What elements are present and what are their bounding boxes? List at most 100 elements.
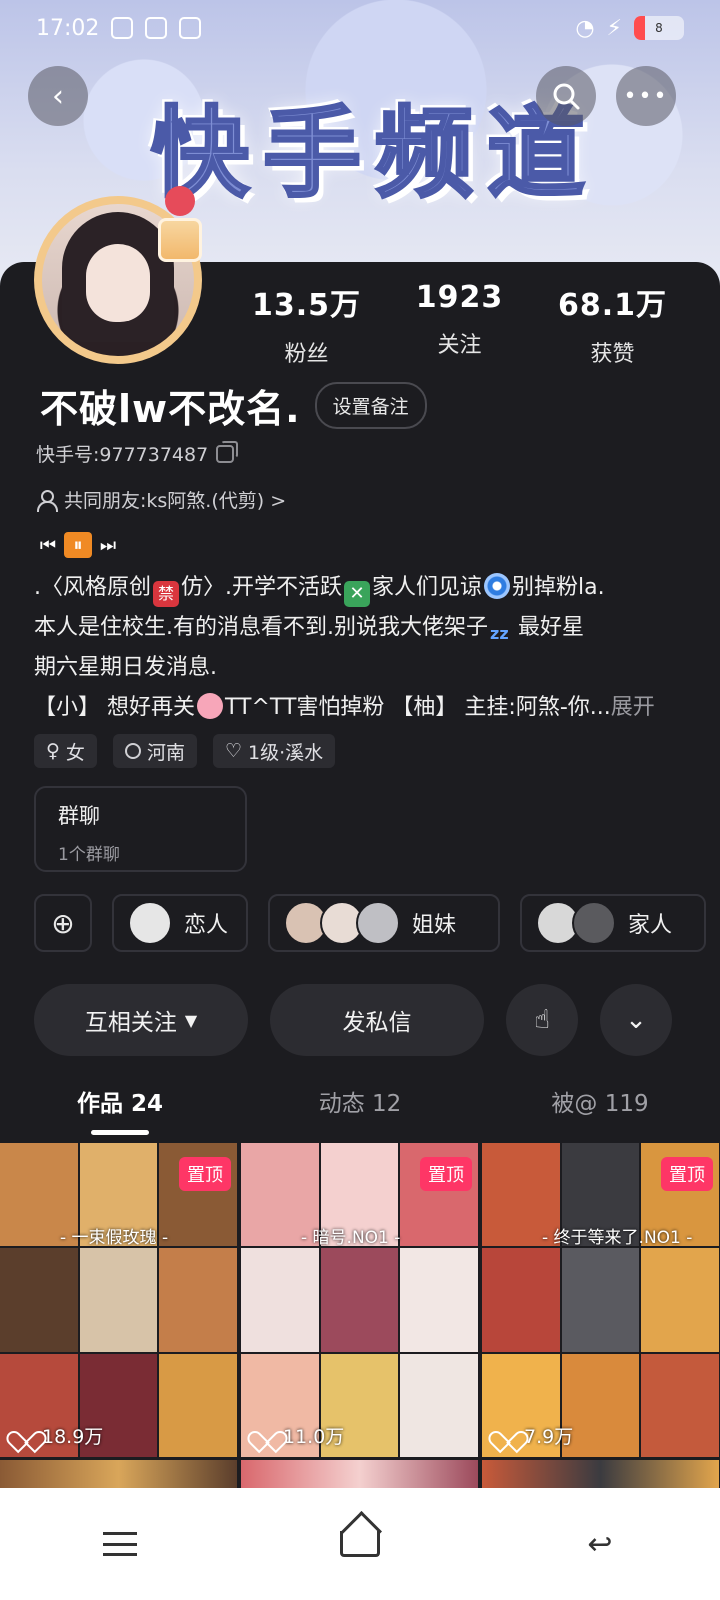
back-nav-button[interactable]: ↩ (570, 1522, 630, 1566)
avatar-cake-decoration (152, 186, 208, 296)
status-bar: 17:02 ◔ ⚡ 8 (0, 0, 720, 56)
follow-status-button[interactable]: 互相关注 ▼ (34, 984, 248, 1056)
group-chat-card[interactable]: 群聊 1个群聊 (34, 786, 247, 872)
relation-sisters[interactable]: 姐妹 (268, 894, 500, 952)
chevron-down-icon: ⌄ (625, 1005, 647, 1035)
mutual-friends-text: 共同朋友:ks阿煞.(代剪) > (64, 490, 287, 512)
thumbnail-cell (641, 1248, 719, 1352)
work-likes: 11.0万 (255, 1422, 344, 1449)
location-icon (124, 743, 141, 759)
name-row: 不破lw不改名. 设置备注 (40, 378, 427, 433)
thumbnail-cell (400, 1353, 478, 1457)
female-icon: ♀ (46, 740, 60, 762)
pinned-badge: 置顶 (661, 1157, 713, 1191)
work-tile[interactable]: 置顶 - 一束假玫瑰 - 18.9万 (0, 1143, 237, 1457)
home-button[interactable] (330, 1522, 390, 1566)
profile-actions: 互相关注 ▼ 发私信 ☝ ⌄ (34, 984, 672, 1056)
ban-emoji-icon: 禁 (153, 581, 179, 607)
relation-family[interactable]: 家人 (520, 894, 706, 952)
work-tile-partial[interactable] (482, 1460, 719, 1488)
expand-bio-link[interactable]: 展开 (611, 695, 655, 720)
next-icon[interactable]: ⏭ (94, 532, 122, 558)
search-icon (553, 83, 580, 110)
app-icon (145, 17, 168, 39)
battery-icon: 8 (634, 16, 684, 40)
work-tile[interactable]: 置顶 - 终于等来了.NO1 - 7.9万 (482, 1143, 719, 1457)
stat-likes[interactable]: 68.1万 获赞 (536, 280, 689, 368)
mutual-friends-row[interactable]: 共同朋友:ks阿煞.(代剪) > (36, 486, 286, 513)
add-friend-button[interactable]: ⊕ (34, 894, 92, 952)
active-tab-indicator (91, 1130, 149, 1135)
tag-level[interactable]: ♡ 1级·溪水 (212, 734, 336, 768)
work-tile-partial[interactable] (0, 1460, 237, 1488)
work-tile-partial[interactable] (241, 1460, 478, 1488)
work-caption: - 一束假玫瑰 - (60, 1228, 169, 1248)
tab-works[interactable]: 作品 24 (0, 1084, 240, 1140)
relations-row: ⊕ 恋人 姐妹 家人 (34, 894, 706, 952)
profile-stats: 13.5万 粉丝 1923 关注 68.1万 获赞 (230, 280, 690, 368)
tab-mentions[interactable]: 被@ 119 (480, 1084, 720, 1140)
back-button[interactable]: ‹ (28, 66, 88, 126)
work-caption: - 终于等来了.NO1 - (542, 1228, 693, 1248)
more-dots-icon: ••• (623, 83, 669, 109)
system-nav-bar: ↩ (0, 1488, 720, 1600)
kuaishou-id: 快手号:977737487 (36, 444, 209, 466)
stat-following[interactable]: 1923 关注 (383, 280, 536, 368)
heart-icon: ♡ (224, 740, 242, 762)
stat-fans[interactable]: 13.5万 粉丝 (230, 280, 383, 368)
expand-actions-button[interactable]: ⌄ (600, 984, 672, 1056)
relation-avatar (128, 901, 172, 945)
thumbnail-cell (561, 1353, 640, 1457)
cross-emoji-icon: ✕ (344, 581, 370, 607)
tag-location: 河南 (112, 734, 197, 768)
kuaishou-id-row[interactable]: 快手号:977737487 (36, 440, 239, 467)
status-time: 17:02 (36, 15, 100, 41)
tiktok-icon (179, 17, 202, 39)
more-button[interactable]: ••• (616, 66, 676, 126)
relation-lover[interactable]: 恋人 (112, 894, 248, 952)
thumbnail-cell (482, 1248, 560, 1352)
thumbnail-cell (159, 1353, 237, 1457)
thumbnail-cell (159, 1248, 237, 1352)
thumbnail-cell (0, 1248, 78, 1352)
pause-icon[interactable]: ⏸ (64, 532, 92, 558)
notification-icon (111, 17, 134, 39)
profile-tabs: 作品 24 动态 12 被@ 119 (0, 1084, 720, 1140)
menu-icon (103, 1532, 137, 1556)
send-message-button[interactable]: 发私信 (270, 984, 484, 1056)
work-likes: 18.9万 (14, 1422, 103, 1449)
thumbnail-cell (400, 1248, 478, 1352)
person-icon (36, 489, 58, 512)
charging-icon: ⚡ (606, 15, 622, 41)
caret-down-icon: ▼ (184, 1010, 198, 1030)
avatar[interactable] (34, 186, 202, 364)
bio: .〈风格原创禁仿〉.开学不活跃 ✕ 家人们见谅 别掉粉la. 本人是住校生.有的消息看… (34, 573, 655, 720)
chevron-left-icon: ‹ (52, 78, 64, 114)
work-tile[interactable]: 置顶 - 暗号.NO1 - 11.0万 (241, 1143, 478, 1457)
music-controls: ⏮ ⏸ ⏭ (34, 532, 122, 558)
hand-pointer-icon: ☝ (534, 1005, 550, 1035)
pig-emoji-icon (197, 693, 223, 719)
thumbnail-cell (241, 1248, 319, 1352)
add-person-icon: ⊕ (51, 906, 75, 940)
relation-avatar (356, 901, 400, 945)
pinned-badge: 置顶 (179, 1157, 231, 1191)
set-remark-button[interactable]: 设置备注 (314, 382, 427, 429)
back-arrow-icon: ↩ (587, 1526, 613, 1562)
work-likes: 7.9万 (496, 1422, 573, 1449)
thumbnail-cell (320, 1248, 399, 1352)
search-button[interactable] (536, 66, 596, 126)
heart-icon (255, 1427, 275, 1445)
copy-icon[interactable] (216, 440, 239, 463)
tab-moments[interactable]: 动态 12 (240, 1084, 480, 1140)
touch-button[interactable]: ☝ (506, 984, 578, 1056)
wifi-icon: ◔ (575, 15, 595, 41)
profile-name: 不破lw不改名. (40, 387, 301, 431)
heart-icon (14, 1427, 34, 1445)
heart-icon (496, 1427, 516, 1445)
works-grid: 置顶 - 一束假玫瑰 - 18.9万 置顶 - 暗号.NO1 - 11.0万 置… (0, 1143, 720, 1485)
previous-icon[interactable]: ⏮ (34, 532, 62, 558)
profile-tags: ♀ 女 河南 ♡ 1级·溪水 (34, 734, 336, 768)
recent-apps-button[interactable] (90, 1522, 150, 1566)
works-grid-next-row (0, 1460, 720, 1488)
